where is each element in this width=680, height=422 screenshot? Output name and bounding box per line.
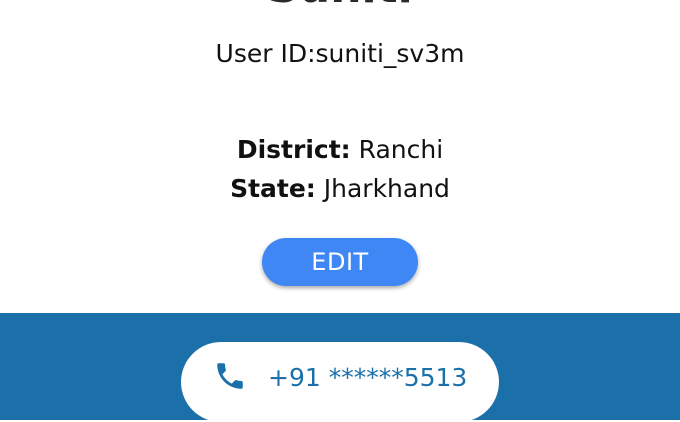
user-name: Suniti xyxy=(0,0,680,14)
phone-button[interactable]: +91 ******5513 xyxy=(181,342,499,422)
phone-icon xyxy=(213,359,247,393)
district-label: District: xyxy=(236,135,351,164)
state-value: Jharkhand xyxy=(323,174,450,203)
district-row: District: Ranchi xyxy=(0,134,680,166)
phone-number: +91 ******5513 xyxy=(268,363,468,392)
state-label: State: xyxy=(230,174,316,203)
profile-header: Suniti User ID:suniti_sv3m District: Ran… xyxy=(0,0,680,313)
edit-button[interactable]: EDIT xyxy=(262,238,418,286)
state-row: State: Jharkhand xyxy=(0,173,680,205)
district-value: Ranchi xyxy=(358,135,444,164)
user-id: User ID:suniti_sv3m xyxy=(215,39,465,68)
contact-band: +91 ******5513 xyxy=(0,313,680,422)
